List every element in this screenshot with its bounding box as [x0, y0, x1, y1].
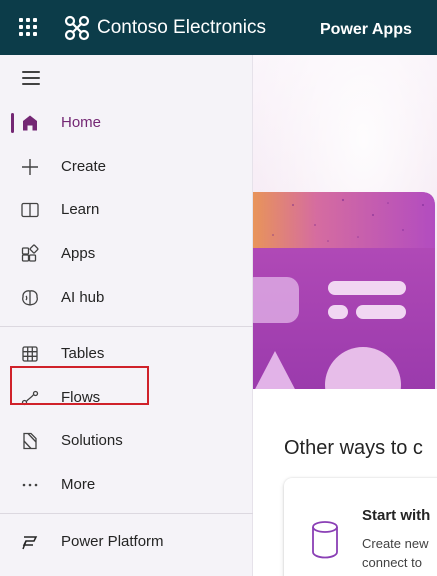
selection-indicator: [11, 113, 14, 133]
sidebar-item-label: Apps: [61, 245, 96, 262]
solutions-icon: [23, 432, 37, 450]
brain-icon: [22, 290, 38, 306]
hamburger-icon[interactable]: [22, 71, 40, 85]
book-icon: [21, 202, 39, 218]
sidebar-item-tables[interactable]: Tables: [8, 334, 246, 374]
sidebar-divider: [0, 513, 253, 514]
apps-icon: [21, 244, 39, 262]
app-name[interactable]: Power Apps: [320, 19, 412, 41]
sidebar-item-label: AI hub: [61, 289, 105, 306]
sidebar-item-label: Solutions: [61, 432, 123, 449]
sidebar-item-more[interactable]: More: [8, 465, 246, 505]
flow-icon: [21, 390, 39, 406]
card-title: Start with: [362, 507, 431, 524]
sidebar-item-label: Create: [61, 158, 107, 175]
start-with-card[interactable]: Start with Create new connect to: [284, 478, 437, 576]
sidebar-item-create[interactable]: Create: [8, 147, 246, 187]
sidebar-item-learn[interactable]: Learn: [8, 190, 246, 230]
table-icon: [22, 346, 38, 362]
top-bar: Contoso Electronics Power Apps: [0, 0, 437, 55]
sidebar-item-solutions[interactable]: Solutions: [8, 421, 246, 461]
card-description: Create new connect to: [362, 534, 437, 572]
card-description-line: Create new: [362, 536, 429, 551]
plus-icon: [22, 159, 38, 175]
sidebar-item-power-platform[interactable]: Power Platform: [8, 522, 246, 562]
sidebar-item-ai-hub[interactable]: AI hub: [8, 278, 246, 318]
home-icon: [23, 115, 37, 131]
database-icon: [312, 521, 338, 559]
app-launcher-icon[interactable]: [19, 18, 39, 38]
left-navigation: Home Create Learn Apps AI hub Tables Flo…: [0, 55, 253, 576]
sidebar-item-label: Power Platform: [61, 533, 164, 550]
hero-illustration: [253, 55, 437, 393]
org-name[interactable]: Contoso Electronics: [97, 16, 266, 40]
card-description-line: connect to: [362, 555, 422, 570]
hero-artwork: [253, 55, 437, 393]
sidebar-item-label: Learn: [61, 201, 100, 218]
more-icon: [22, 483, 38, 487]
main-content: Other ways to c Start with Create new co…: [253, 55, 437, 576]
contoso-logo-icon: [64, 15, 90, 41]
sidebar-item-apps[interactable]: Apps: [8, 234, 246, 274]
sidebar-item-label: Home: [61, 114, 102, 131]
sidebar-item-flows[interactable]: Flows: [8, 378, 246, 418]
sidebar-divider: [0, 326, 253, 327]
sidebar-item-label: Tables: [61, 345, 105, 362]
sidebar-item-label: Flows: [61, 389, 101, 406]
power-platform-icon: [22, 536, 38, 550]
sidebar-item-home[interactable]: Home: [8, 103, 246, 143]
section-title: Other ways to c: [284, 437, 423, 459]
sidebar-item-label: More: [61, 476, 96, 493]
